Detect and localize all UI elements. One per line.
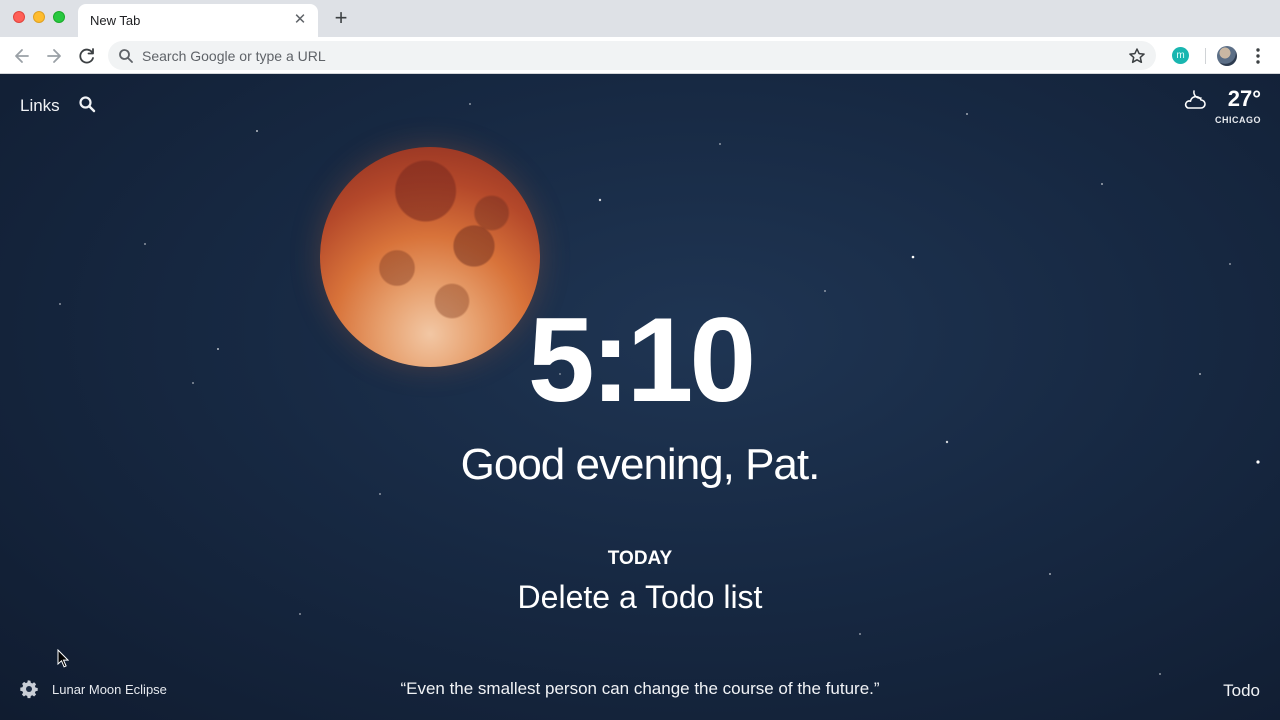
new-tab-dashboard: Links 27° CHICAGO 5:10 Good evening, Pat…: [0, 74, 1280, 720]
bookmark-star-icon[interactable]: [1128, 47, 1146, 65]
partly-cloudy-night-icon: [1184, 90, 1206, 109]
profile-avatar[interactable]: [1217, 46, 1237, 66]
back-arrow-icon[interactable]: [11, 45, 33, 67]
tab-close-icon[interactable]: ✕: [292, 10, 308, 28]
search-icon[interactable]: [78, 95, 96, 113]
links-button[interactable]: Links: [20, 96, 60, 116]
search-icon: [119, 49, 133, 63]
minimize-window-button[interactable]: [33, 11, 45, 23]
weather-city: CHICAGO: [1215, 115, 1261, 125]
toolbar-divider: [1205, 48, 1206, 64]
new-tab-button[interactable]: +: [330, 7, 352, 31]
daily-quote: “Even the smallest person can change the…: [400, 679, 880, 698]
maximize-window-button[interactable]: [53, 11, 65, 23]
address-bar[interactable]: [108, 41, 1156, 70]
browser-toolbar: m: [0, 37, 1280, 74]
mouse-cursor-icon: [57, 649, 69, 668]
weather-widget[interactable]: 27° CHICAGO: [1181, 86, 1261, 128]
reload-icon[interactable]: [76, 45, 98, 67]
focus-task[interactable]: Delete a Todo list: [0, 579, 1280, 616]
tab-title: New Tab: [90, 13, 141, 28]
tab-new-tab[interactable]: New Tab ✕: [78, 4, 318, 37]
close-window-button[interactable]: [13, 11, 25, 23]
temperature: 27°: [1227, 86, 1261, 111]
extension-icon[interactable]: m: [1172, 47, 1189, 64]
clock: 5:10: [527, 293, 756, 427]
address-input[interactable]: [142, 41, 1102, 70]
forward-arrow-icon[interactable]: [43, 45, 65, 67]
more-vert-icon[interactable]: [1251, 46, 1265, 66]
focus-label: TODAY: [607, 548, 673, 569]
todo-button[interactable]: Todo: [1223, 681, 1260, 701]
tab-strip: New Tab ✕ +: [0, 0, 1280, 37]
greeting: Good evening, Pat.: [460, 440, 821, 489]
